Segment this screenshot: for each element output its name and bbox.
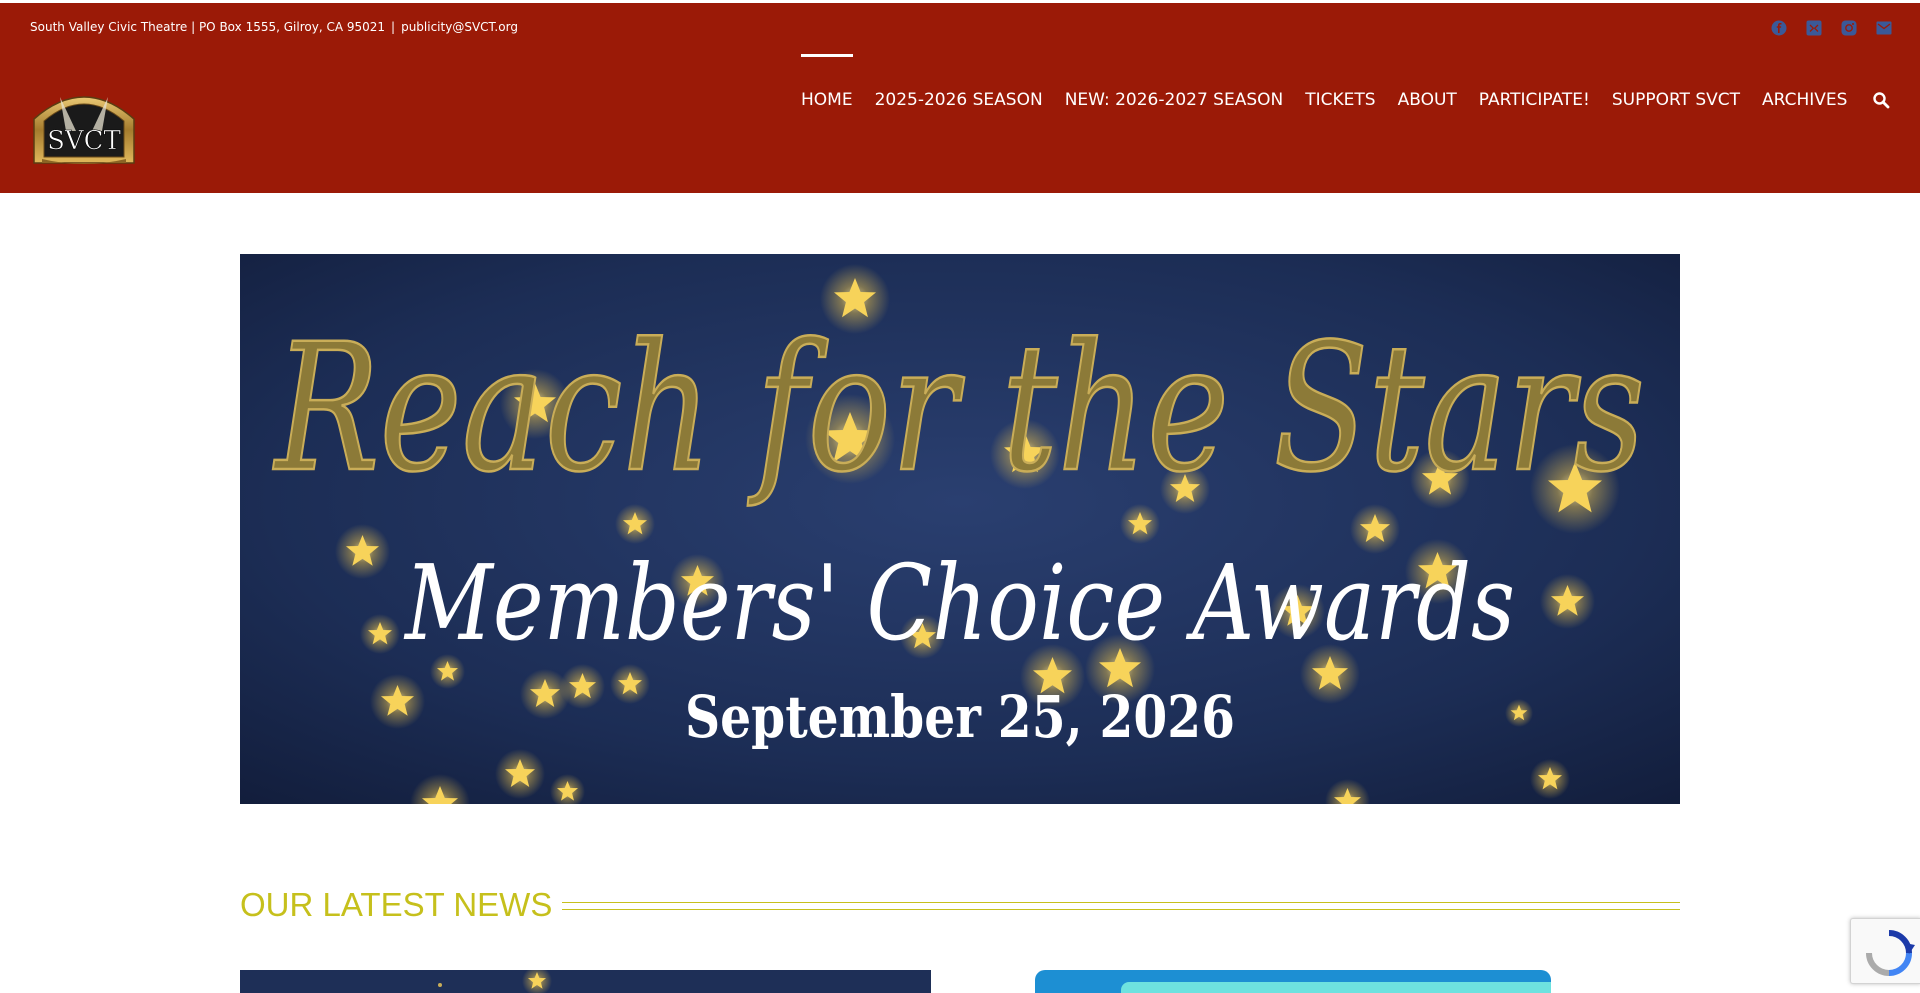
nav-item-2025-2026-season[interactable]: 2025-2026 SEASON	[875, 90, 1043, 110]
recaptcha-badge[interactable]	[1850, 918, 1920, 984]
nav-item-archives[interactable]: ARCHIVES	[1762, 90, 1847, 110]
social-links	[1770, 19, 1892, 36]
banner-graphic: Reach for the Stars Members' Choice Awar…	[240, 254, 1680, 804]
site-header: South Valley Civic Theatre | PO Box 1555…	[0, 0, 1920, 193]
news-card-image[interactable]	[240, 970, 931, 993]
nav-item-2026-2027-season[interactable]: NEW: 2026-2027 SEASON	[1065, 90, 1284, 110]
heading-divider	[540, 902, 1680, 910]
facebook-icon[interactable]	[1770, 19, 1787, 36]
main-nav: HOME 2025-2026 SEASON NEW: 2026-2027 SEA…	[801, 54, 1890, 110]
hero-banner[interactable]: Reach for the Stars Members' Choice Awar…	[240, 254, 1680, 804]
news-card-image-2[interactable]	[1035, 970, 1551, 993]
recaptcha-icon	[1866, 930, 1915, 976]
banner-date: September 25, 2026	[685, 683, 1235, 751]
banner-subtitle: Members' Choice Awards	[403, 542, 1515, 664]
contact-separator: |	[391, 20, 396, 34]
nav-item-support-svct[interactable]: SUPPORT SVCT	[1612, 90, 1740, 110]
banner-title: Reach for the Stars	[273, 306, 1645, 511]
search-icon[interactable]	[1872, 91, 1890, 109]
email-icon[interactable]	[1875, 19, 1892, 36]
twitter-icon[interactable]	[1805, 19, 1822, 36]
instagram-icon[interactable]	[1840, 19, 1857, 36]
contact-email-link[interactable]: publicity@SVCT.org	[401, 20, 518, 34]
nav-item-about[interactable]: ABOUT	[1398, 90, 1457, 110]
news-card-inner-panel	[1121, 982, 1551, 993]
contact-info: South Valley Civic Theatre | PO Box 1555…	[30, 20, 518, 34]
nav-item-home[interactable]: HOME	[801, 54, 853, 110]
logo-text: SVCT	[47, 126, 121, 156]
latest-news-heading: OUR LATEST NEWS	[240, 886, 563, 924]
news-card-thumbnail	[240, 970, 931, 993]
nav-item-participate[interactable]: PARTICIPATE!	[1479, 90, 1590, 110]
site-logo[interactable]: SVCT	[30, 83, 138, 165]
contact-address: South Valley Civic Theatre | PO Box 1555…	[30, 20, 386, 34]
nav-item-tickets[interactable]: TICKETS	[1305, 90, 1375, 110]
